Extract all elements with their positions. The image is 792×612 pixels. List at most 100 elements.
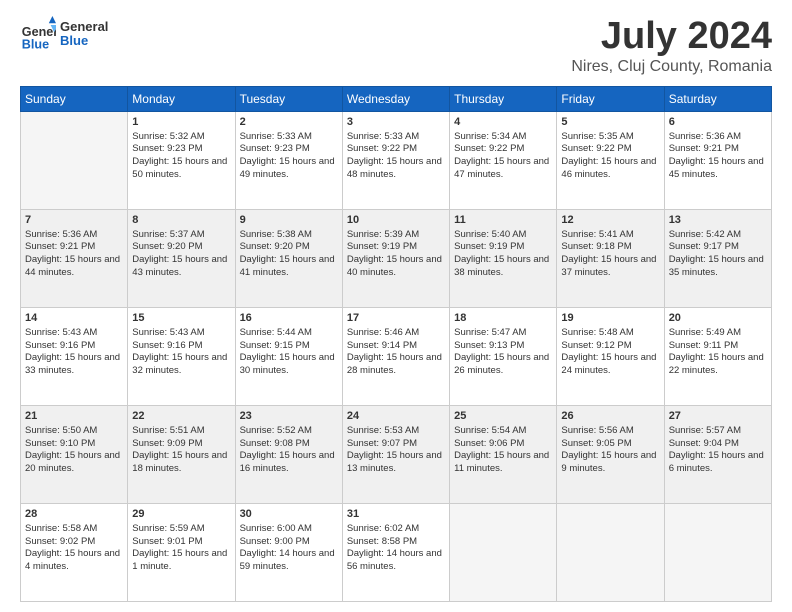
day-info: Sunrise: 5:53 AMSunset: 9:07 PMDaylight:… bbox=[347, 425, 442, 474]
calendar-day-cell: 25Sunrise: 5:54 AMSunset: 9:06 PMDayligh… bbox=[450, 405, 557, 503]
calendar-day-cell: 7Sunrise: 5:36 AMSunset: 9:21 PMDaylight… bbox=[21, 209, 128, 307]
day-info: Sunrise: 5:49 AMSunset: 9:11 PMDaylight:… bbox=[669, 327, 764, 376]
day-info: Sunrise: 5:51 AMSunset: 9:09 PMDaylight:… bbox=[132, 425, 227, 474]
day-number: 16 bbox=[240, 311, 338, 326]
day-info: Sunrise: 5:43 AMSunset: 9:16 PMDaylight:… bbox=[25, 327, 120, 376]
calendar-day-cell: 16Sunrise: 5:44 AMSunset: 9:15 PMDayligh… bbox=[235, 307, 342, 405]
day-info: Sunrise: 5:56 AMSunset: 9:05 PMDaylight:… bbox=[561, 425, 656, 474]
day-number: 6 bbox=[669, 115, 767, 130]
day-number: 19 bbox=[561, 311, 659, 326]
day-info: Sunrise: 5:33 AMSunset: 9:22 PMDaylight:… bbox=[347, 131, 442, 180]
calendar-day-cell: 31Sunrise: 6:02 AMSunset: 8:58 PMDayligh… bbox=[342, 503, 449, 601]
day-number: 4 bbox=[454, 115, 552, 130]
day-number: 27 bbox=[669, 409, 767, 424]
calendar-day-cell: 18Sunrise: 5:47 AMSunset: 9:13 PMDayligh… bbox=[450, 307, 557, 405]
day-number: 12 bbox=[561, 213, 659, 228]
day-number: 8 bbox=[132, 213, 230, 228]
calendar-week-row: 7Sunrise: 5:36 AMSunset: 9:21 PMDaylight… bbox=[21, 209, 772, 307]
day-info: Sunrise: 5:40 AMSunset: 9:19 PMDaylight:… bbox=[454, 229, 549, 278]
calendar-week-row: 21Sunrise: 5:50 AMSunset: 9:10 PMDayligh… bbox=[21, 405, 772, 503]
day-number: 30 bbox=[240, 507, 338, 522]
day-info: Sunrise: 5:54 AMSunset: 9:06 PMDaylight:… bbox=[454, 425, 549, 474]
title-block: July 2024 Nires, Cluj County, Romania bbox=[571, 16, 772, 76]
day-number: 26 bbox=[561, 409, 659, 424]
day-number: 28 bbox=[25, 507, 123, 522]
logo-general-text: General bbox=[60, 20, 108, 34]
calendar-day-cell: 2Sunrise: 5:33 AMSunset: 9:23 PMDaylight… bbox=[235, 111, 342, 209]
calendar-day-cell: 3Sunrise: 5:33 AMSunset: 9:22 PMDaylight… bbox=[342, 111, 449, 209]
day-info: Sunrise: 5:48 AMSunset: 9:12 PMDaylight:… bbox=[561, 327, 656, 376]
calendar: SundayMondayTuesdayWednesdayThursdayFrid… bbox=[20, 86, 772, 602]
location-title: Nires, Cluj County, Romania bbox=[571, 58, 772, 76]
day-number: 20 bbox=[669, 311, 767, 326]
calendar-day-cell: 13Sunrise: 5:42 AMSunset: 9:17 PMDayligh… bbox=[664, 209, 771, 307]
day-number: 11 bbox=[454, 213, 552, 228]
day-info: Sunrise: 5:47 AMSunset: 9:13 PMDaylight:… bbox=[454, 327, 549, 376]
logo: General Blue General Blue bbox=[20, 16, 108, 52]
day-info: Sunrise: 5:35 AMSunset: 9:22 PMDaylight:… bbox=[561, 131, 656, 180]
day-number: 7 bbox=[25, 213, 123, 228]
day-info: Sunrise: 5:50 AMSunset: 9:10 PMDaylight:… bbox=[25, 425, 120, 474]
day-info: Sunrise: 5:36 AMSunset: 9:21 PMDaylight:… bbox=[669, 131, 764, 180]
calendar-day-cell: 12Sunrise: 5:41 AMSunset: 9:18 PMDayligh… bbox=[557, 209, 664, 307]
weekday-header-cell: Tuesday bbox=[235, 86, 342, 111]
weekday-header-row: SundayMondayTuesdayWednesdayThursdayFrid… bbox=[21, 86, 772, 111]
day-number: 9 bbox=[240, 213, 338, 228]
day-info: Sunrise: 5:37 AMSunset: 9:20 PMDaylight:… bbox=[132, 229, 227, 278]
day-number: 2 bbox=[240, 115, 338, 130]
day-info: Sunrise: 6:00 AMSunset: 9:00 PMDaylight:… bbox=[240, 523, 335, 572]
day-info: Sunrise: 5:43 AMSunset: 9:16 PMDaylight:… bbox=[132, 327, 227, 376]
calendar-day-cell: 24Sunrise: 5:53 AMSunset: 9:07 PMDayligh… bbox=[342, 405, 449, 503]
weekday-header-cell: Saturday bbox=[664, 86, 771, 111]
calendar-day-cell bbox=[450, 503, 557, 601]
day-info: Sunrise: 5:32 AMSunset: 9:23 PMDaylight:… bbox=[132, 131, 227, 180]
calendar-body: 1Sunrise: 5:32 AMSunset: 9:23 PMDaylight… bbox=[21, 111, 772, 601]
calendar-day-cell: 6Sunrise: 5:36 AMSunset: 9:21 PMDaylight… bbox=[664, 111, 771, 209]
calendar-day-cell: 17Sunrise: 5:46 AMSunset: 9:14 PMDayligh… bbox=[342, 307, 449, 405]
logo-blue-text: Blue bbox=[60, 34, 108, 48]
day-info: Sunrise: 5:34 AMSunset: 9:22 PMDaylight:… bbox=[454, 131, 549, 180]
calendar-day-cell: 1Sunrise: 5:32 AMSunset: 9:23 PMDaylight… bbox=[128, 111, 235, 209]
calendar-day-cell: 22Sunrise: 5:51 AMSunset: 9:09 PMDayligh… bbox=[128, 405, 235, 503]
weekday-header-cell: Sunday bbox=[21, 86, 128, 111]
day-info: Sunrise: 6:02 AMSunset: 8:58 PMDaylight:… bbox=[347, 523, 442, 572]
day-info: Sunrise: 5:41 AMSunset: 9:18 PMDaylight:… bbox=[561, 229, 656, 278]
day-number: 17 bbox=[347, 311, 445, 326]
day-number: 15 bbox=[132, 311, 230, 326]
day-number: 10 bbox=[347, 213, 445, 228]
calendar-day-cell: 5Sunrise: 5:35 AMSunset: 9:22 PMDaylight… bbox=[557, 111, 664, 209]
day-info: Sunrise: 5:33 AMSunset: 9:23 PMDaylight:… bbox=[240, 131, 335, 180]
weekday-header-cell: Thursday bbox=[450, 86, 557, 111]
day-info: Sunrise: 5:39 AMSunset: 9:19 PMDaylight:… bbox=[347, 229, 442, 278]
day-number: 1 bbox=[132, 115, 230, 130]
header: General Blue General Blue July 2024 Nire… bbox=[20, 16, 772, 76]
calendar-day-cell bbox=[557, 503, 664, 601]
calendar-day-cell: 27Sunrise: 5:57 AMSunset: 9:04 PMDayligh… bbox=[664, 405, 771, 503]
calendar-day-cell: 20Sunrise: 5:49 AMSunset: 9:11 PMDayligh… bbox=[664, 307, 771, 405]
day-number: 14 bbox=[25, 311, 123, 326]
day-info: Sunrise: 5:36 AMSunset: 9:21 PMDaylight:… bbox=[25, 229, 120, 278]
calendar-day-cell: 26Sunrise: 5:56 AMSunset: 9:05 PMDayligh… bbox=[557, 405, 664, 503]
calendar-day-cell: 10Sunrise: 5:39 AMSunset: 9:19 PMDayligh… bbox=[342, 209, 449, 307]
day-number: 5 bbox=[561, 115, 659, 130]
page: General Blue General Blue July 2024 Nire… bbox=[0, 0, 792, 612]
weekday-header-cell: Friday bbox=[557, 86, 664, 111]
weekday-header-cell: Monday bbox=[128, 86, 235, 111]
weekday-header-cell: Wednesday bbox=[342, 86, 449, 111]
day-info: Sunrise: 5:46 AMSunset: 9:14 PMDaylight:… bbox=[347, 327, 442, 376]
calendar-week-row: 28Sunrise: 5:58 AMSunset: 9:02 PMDayligh… bbox=[21, 503, 772, 601]
day-number: 23 bbox=[240, 409, 338, 424]
calendar-week-row: 1Sunrise: 5:32 AMSunset: 9:23 PMDaylight… bbox=[21, 111, 772, 209]
day-info: Sunrise: 5:58 AMSunset: 9:02 PMDaylight:… bbox=[25, 523, 120, 572]
day-number: 3 bbox=[347, 115, 445, 130]
day-number: 29 bbox=[132, 507, 230, 522]
svg-text:Blue: Blue bbox=[22, 37, 49, 51]
calendar-day-cell: 9Sunrise: 5:38 AMSunset: 9:20 PMDaylight… bbox=[235, 209, 342, 307]
calendar-day-cell: 30Sunrise: 6:00 AMSunset: 9:00 PMDayligh… bbox=[235, 503, 342, 601]
day-number: 24 bbox=[347, 409, 445, 424]
calendar-day-cell: 23Sunrise: 5:52 AMSunset: 9:08 PMDayligh… bbox=[235, 405, 342, 503]
day-info: Sunrise: 5:44 AMSunset: 9:15 PMDaylight:… bbox=[240, 327, 335, 376]
calendar-day-cell: 8Sunrise: 5:37 AMSunset: 9:20 PMDaylight… bbox=[128, 209, 235, 307]
calendar-day-cell: 15Sunrise: 5:43 AMSunset: 9:16 PMDayligh… bbox=[128, 307, 235, 405]
day-number: 21 bbox=[25, 409, 123, 424]
